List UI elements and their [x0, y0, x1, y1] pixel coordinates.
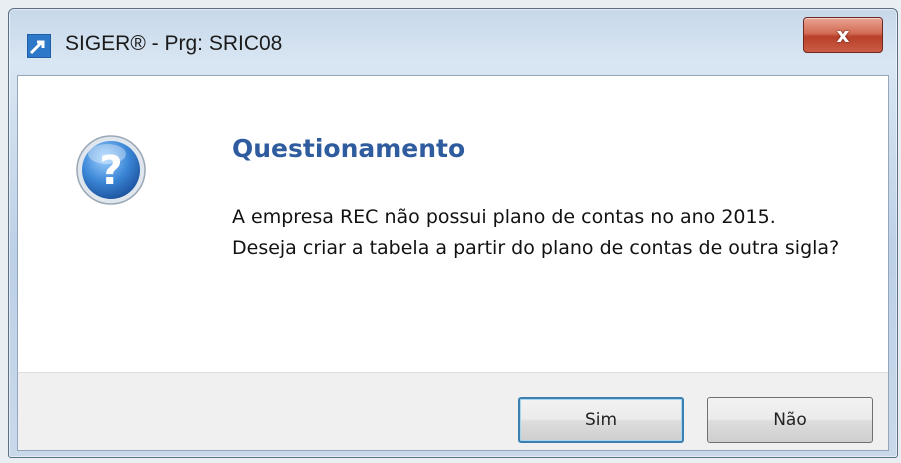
svg-text:?: ? — [99, 148, 122, 194]
message-area: ? Questionamento A empresa REC não possu… — [18, 76, 888, 372]
window-title: SIGER® - Prg: SRIC08 — [65, 32, 283, 55]
message-line-2: Deseja criar a tabela a partir do plano … — [232, 237, 840, 259]
dialog-message: A empresa REC não possui plano de contas… — [232, 202, 839, 264]
close-button[interactable]: x — [803, 17, 883, 53]
close-icon: x — [836, 23, 850, 47]
dialog-window: SIGER® - Prg: SRIC08 x ? Questionamento … — [8, 8, 898, 458]
button-bar: Sim Não — [18, 372, 888, 450]
yes-button[interactable]: Sim — [518, 397, 684, 443]
title-bar[interactable]: SIGER® - Prg: SRIC08 x — [9, 9, 897, 75]
dialog-content: ? Questionamento A empresa REC não possu… — [17, 75, 889, 451]
app-icon — [27, 34, 51, 58]
dialog-heading: Questionamento — [232, 134, 466, 163]
question-icon: ? — [76, 135, 146, 205]
no-button[interactable]: Não — [707, 397, 873, 443]
message-line-1: A empresa REC não possui plano de contas… — [232, 206, 776, 228]
